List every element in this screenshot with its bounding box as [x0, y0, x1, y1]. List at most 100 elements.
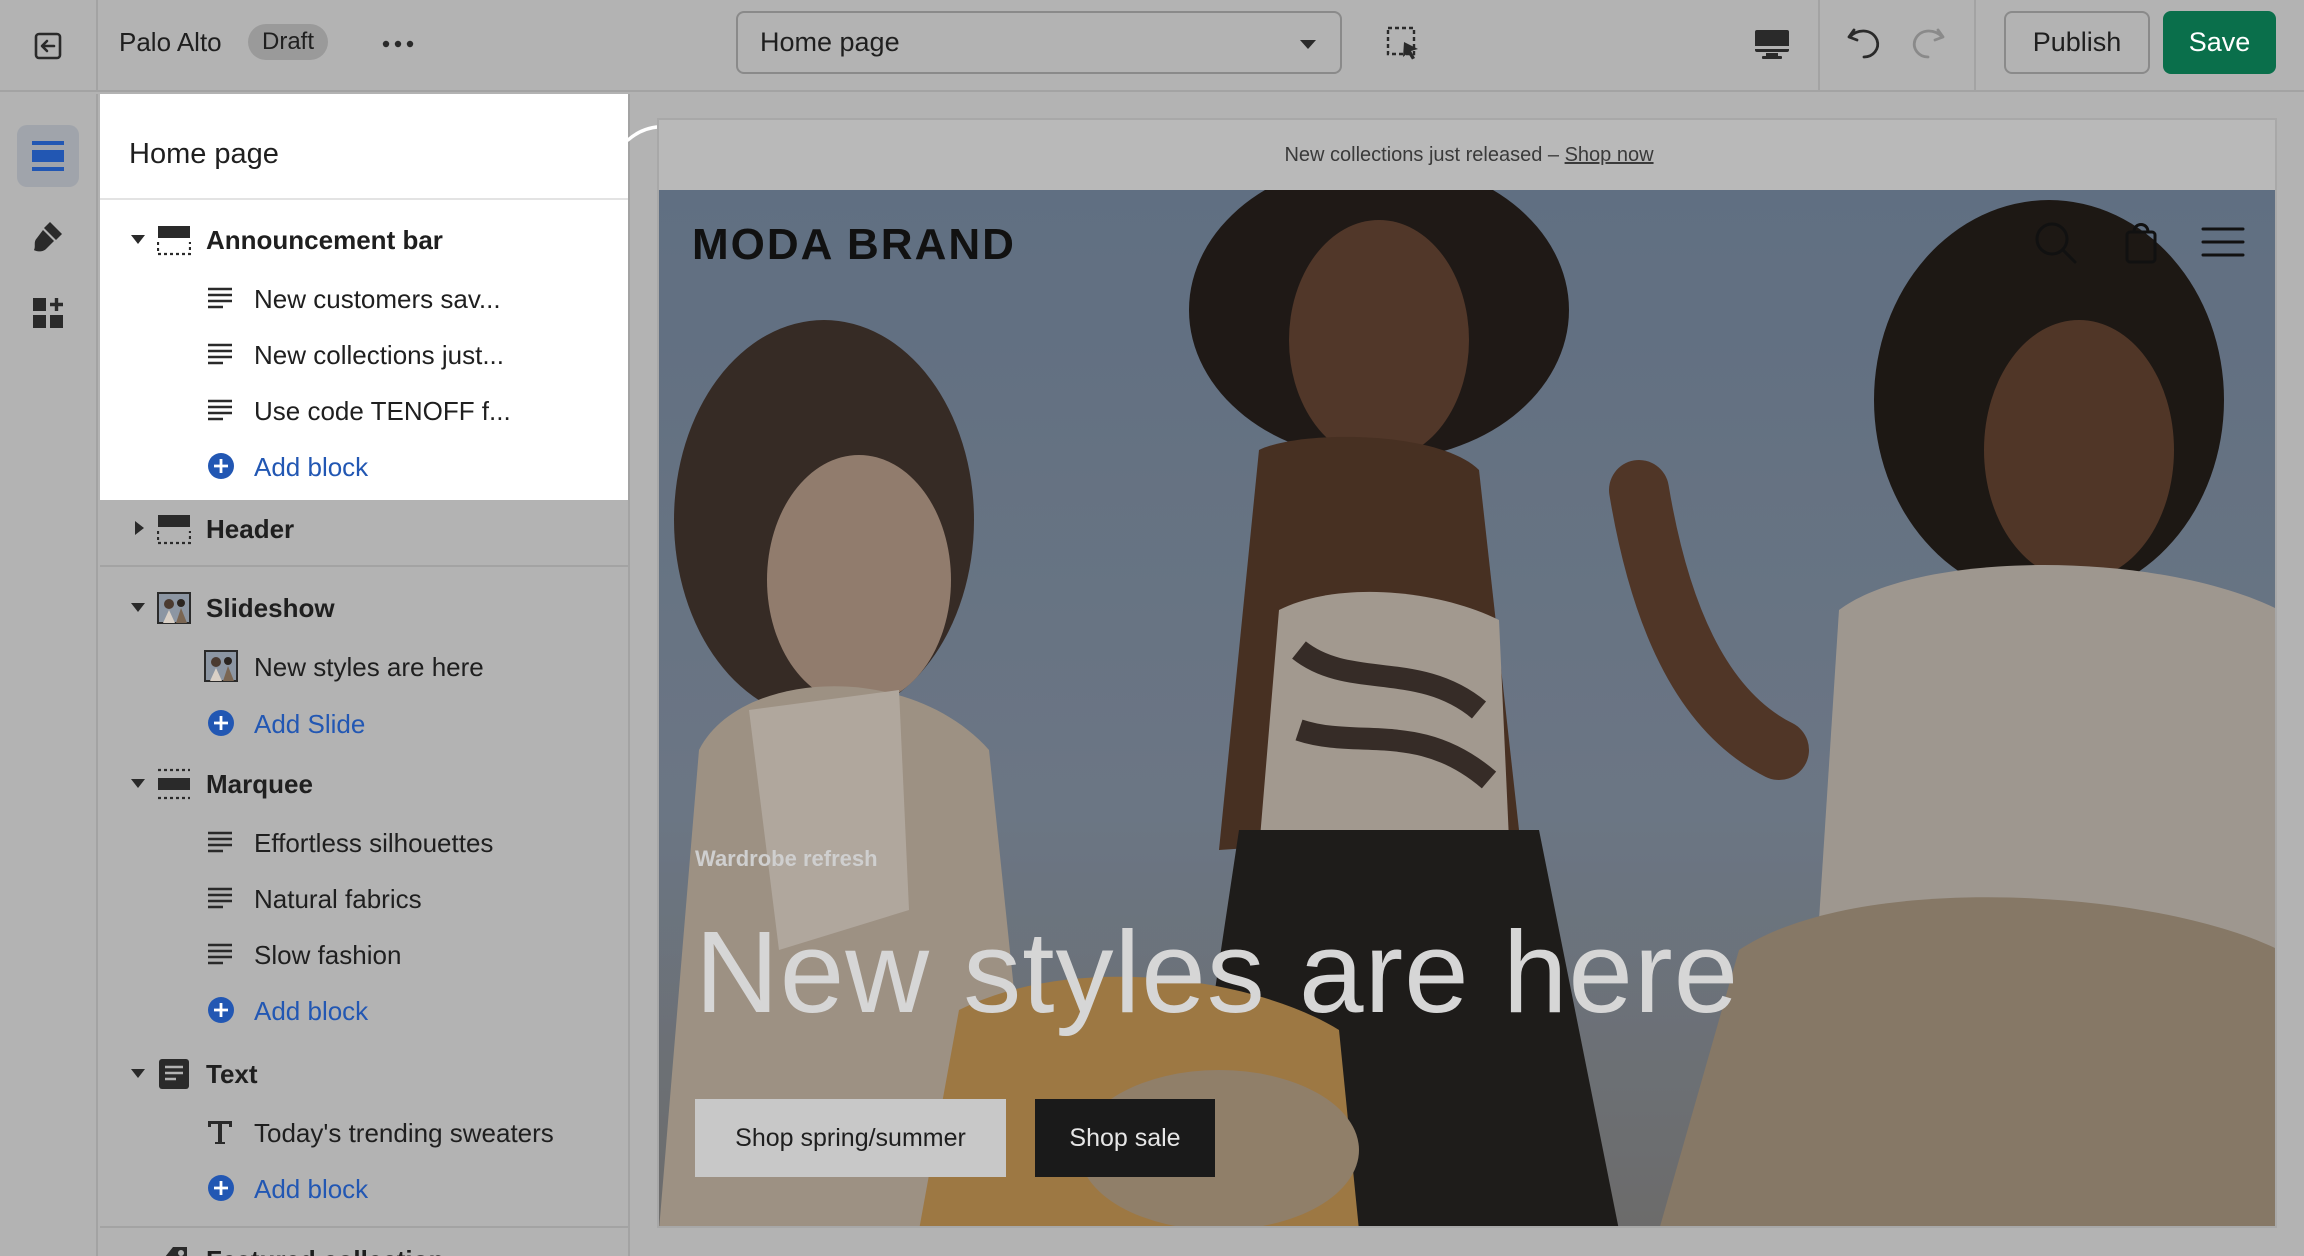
announcement-bar: New collections just released – Shop now: [659, 120, 2275, 190]
rail-theme-settings-button[interactable]: [17, 205, 79, 267]
add-slide-button[interactable]: Add Slide: [100, 695, 628, 751]
divider: [100, 198, 628, 200]
inspector-select-icon[interactable]: [1382, 22, 1426, 66]
announcement-link[interactable]: Shop now: [1565, 144, 1654, 166]
block-item[interactable]: New collections just...: [100, 326, 628, 382]
apps-icon: [33, 298, 63, 328]
toolbar-divider: [1818, 0, 1820, 92]
section-marquee[interactable]: Marquee: [100, 755, 628, 811]
block-label: Natural fabrics: [254, 884, 422, 914]
block-item[interactable]: Today's trending sweaters: [100, 1104, 628, 1160]
divider: [100, 1226, 628, 1228]
block-label: New collections just...: [254, 340, 504, 370]
theme-settings-icon: [34, 222, 62, 252]
block-item[interactable]: Effortless silhouettes: [100, 814, 628, 870]
chevron-right-icon: [135, 521, 144, 535]
desktop-preview-icon[interactable]: [1752, 22, 1792, 66]
save-button[interactable]: Save: [2163, 11, 2276, 74]
block-item[interactable]: Slow fashion: [100, 926, 628, 982]
brand-logo[interactable]: MODA BRAND: [692, 220, 1016, 270]
slide-thumbnail-icon: [204, 650, 238, 682]
exit-button[interactable]: [0, 0, 98, 92]
slideshow-thumbnail-icon: [157, 592, 191, 624]
add-block-label: Add block: [254, 452, 369, 482]
left-rail: [0, 94, 98, 1256]
undo-icon[interactable]: [1842, 20, 1886, 64]
add-block-button[interactable]: Add block: [100, 438, 628, 494]
section-text[interactable]: Text: [100, 1045, 628, 1101]
publish-button[interactable]: Publish: [2004, 11, 2150, 74]
section-label: Text: [206, 1059, 258, 1089]
divider: [100, 565, 628, 567]
chevron-down-icon: [131, 779, 145, 788]
section-label: Marquee: [206, 769, 313, 799]
section-slideshow[interactable]: Slideshow: [100, 579, 628, 635]
shop-spring-summer-button[interactable]: Shop spring/summer: [695, 1099, 1006, 1177]
section-label: Slideshow: [206, 593, 335, 623]
block-item[interactable]: New customers sav...: [100, 270, 628, 326]
more-horizontal-icon: [382, 40, 414, 48]
slideshow-hero: MODA BRAND Wardrobe refresh New styles a…: [659, 190, 2275, 1226]
page-selector[interactable]: Home page: [736, 11, 1342, 74]
hero-eyebrow: Wardrobe refresh: [695, 846, 878, 871]
page-selector-value: Home page: [760, 27, 900, 57]
store-name: Palo Alto: [119, 27, 222, 57]
hero-overlay: [659, 190, 2275, 1226]
shopping-bag-icon[interactable]: [2117, 218, 2165, 266]
add-block-button[interactable]: Add block: [100, 1160, 628, 1216]
block-label: Slow fashion: [254, 940, 402, 970]
text-lines-icon: [208, 831, 232, 853]
text-lines-icon: [208, 287, 232, 309]
block-item[interactable]: Natural fabrics: [100, 870, 628, 926]
block-label: Use code TENOFF f...: [254, 396, 511, 426]
redo-icon[interactable]: [1906, 20, 1950, 64]
section-announcement-bar[interactable]: Announcement bar: [100, 211, 628, 267]
heading-t-icon: [208, 1121, 232, 1144]
panel-title: Home page: [129, 138, 279, 170]
header-icon: [157, 515, 191, 545]
section-label: Featured collection: [206, 1245, 444, 1256]
plus-circle-icon: [208, 1175, 234, 1201]
slide-item[interactable]: New styles are here: [100, 638, 628, 694]
tag-icon: [165, 1247, 187, 1256]
section-header[interactable]: Header: [100, 500, 628, 556]
add-block-button[interactable]: Add block: [100, 982, 628, 1038]
shop-sale-button[interactable]: Shop sale: [1035, 1099, 1215, 1177]
text-section-icon: [159, 1059, 189, 1089]
add-slide-label: Add Slide: [254, 709, 366, 739]
rail-apps-button[interactable]: [17, 282, 79, 344]
menu-icon[interactable]: [2199, 218, 2247, 266]
add-block-label: Add block: [254, 1174, 369, 1204]
top-bar: Palo Alto Draft Home page Publish Save: [0, 0, 2304, 92]
announcement-bar-icon: [157, 226, 191, 256]
section-featured-collection[interactable]: Featured collection: [100, 1231, 628, 1256]
block-label: Today's trending sweaters: [254, 1118, 554, 1148]
block-item[interactable]: Use code TENOFF f...: [100, 382, 628, 438]
announcement-text: New collections just released –: [1284, 144, 1565, 166]
plus-circle-icon: [208, 997, 234, 1023]
toolbar-divider: [1974, 0, 1976, 92]
text-lines-icon: [208, 943, 232, 965]
block-label: New styles are here: [254, 652, 484, 682]
storefront-preview: New collections just released – Shop now: [657, 118, 2277, 1228]
text-lines-icon: [208, 343, 232, 365]
chevron-down-icon: [131, 603, 145, 612]
block-label: Effortless silhouettes: [254, 828, 494, 858]
rail-sections-button[interactable]: [17, 125, 79, 187]
more-actions-button[interactable]: [378, 24, 418, 64]
chevron-down-icon: [131, 235, 145, 244]
plus-circle-icon: [208, 453, 234, 479]
block-label: New customers sav...: [254, 284, 501, 314]
add-block-label: Add block: [254, 996, 369, 1026]
hero-headline: New styles are here: [695, 907, 1740, 1037]
chevron-down-icon: [1300, 40, 1316, 49]
text-lines-icon: [208, 887, 232, 909]
section-label: Header: [206, 514, 295, 544]
plus-circle-icon: [208, 710, 234, 736]
text-lines-icon: [208, 399, 232, 421]
sections-panel: Home page Announcement bar New customers…: [100, 94, 630, 1256]
chevron-down-icon: [131, 1069, 145, 1078]
section-label: Announcement bar: [206, 225, 443, 255]
search-icon[interactable]: [2031, 218, 2079, 266]
marquee-icon: [158, 768, 190, 800]
